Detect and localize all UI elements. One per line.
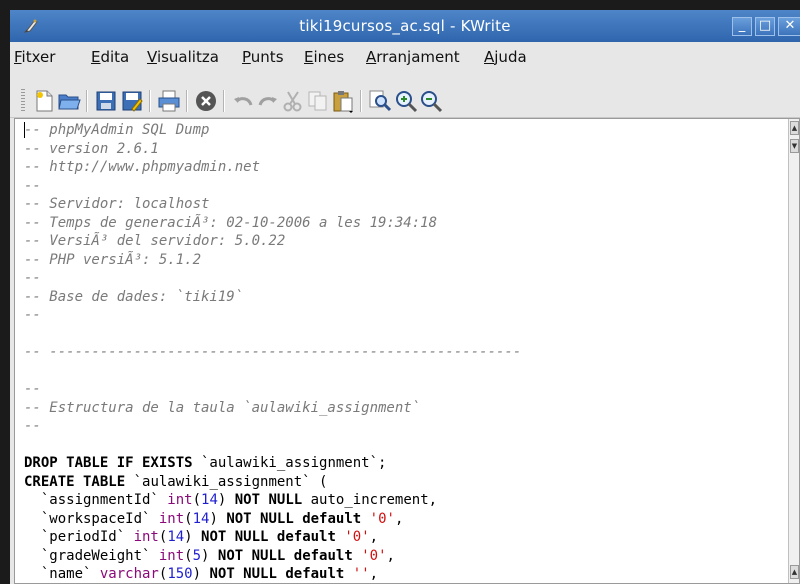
code-line: -- [24,418,41,434]
code-line: -- VersiÃ³ del servidor: 5.0.22 [24,233,286,249]
code-line: `gradeWeight` int(5) NOT NULL default '0… [24,547,395,564]
code-line: DROP TABLE IF EXISTS `aulawiki_assignmen… [24,455,387,471]
vertical-scrollbar[interactable]: ▲ ▼ ▲ [788,119,799,583]
code-line: -- http://www.phpmyadmin.net [24,159,261,175]
zoom-in-icon[interactable] [394,89,418,113]
close-document-icon[interactable] [194,89,218,113]
code-line: `name` varchar(150) NOT NULL default '', [24,566,379,582]
toolbar-separator [360,90,362,112]
code-line: -- Estructura de la taula `aulawiki_assi… [24,399,421,416]
window-title: tiki19cursos_ac.sql - KWrite [299,17,511,35]
maximize-button[interactable]: □ [755,17,775,36]
close-button[interactable]: ✕ [778,17,800,36]
undo-icon[interactable] [231,89,255,113]
menu-eines[interactable]: Eines [304,48,344,66]
new-document-icon[interactable] [32,89,56,113]
menu-punts[interactable]: Punts [242,48,284,66]
menu-ajuda[interactable]: Ajuda [484,48,527,66]
toolbar-separator [186,90,188,112]
toolbar-separator [223,90,225,112]
code-line: CREATE TABLE `aulawiki_assignment` ( [24,473,328,490]
redo-icon[interactable] [256,89,280,113]
find-icon[interactable] [368,89,392,113]
scroll-down-arrow-icon[interactable]: ▲ [790,565,799,579]
code-line: -- phpMyAdmin SQL Dump [24,122,210,138]
text-editor-area[interactable]: -- phpMyAdmin SQL Dump -- version 2.6.1 --… [14,118,800,584]
zoom-out-icon[interactable] [419,89,443,113]
save-as-icon[interactable] [120,89,144,113]
toolbar [10,74,800,118]
code-line: -- [24,307,41,323]
copy-icon[interactable] [306,89,330,113]
minimize-button[interactable]: _ [732,17,752,36]
code-line: `workspaceId` int(14) NOT NULL default '… [24,510,404,527]
menu-bar: Fitxer Edita Visualitza Punts Eines Arra… [10,42,800,72]
toolbar-separator [149,90,151,112]
save-icon[interactable] [94,89,118,113]
open-folder-icon[interactable] [57,89,81,113]
text-cursor [24,122,25,138]
code-line: -- [24,270,41,286]
code-line: -- Base de dades: `tiki19` [24,288,244,305]
kwrite-window: tiki19cursos_ac.sql - KWrite _ □ ✕ Fitxe… [10,10,800,584]
toolbar-separator [86,90,88,112]
code-line: -- [24,177,41,194]
print-icon[interactable] [157,89,181,113]
code-line: -- Servidor: localhost [24,196,210,212]
code-line: `assignmentId` int(14) NOT NULL auto_inc… [24,492,438,508]
menu-visualitza[interactable]: Visualitza [147,48,219,66]
code-view[interactable]: -- phpMyAdmin SQL Dump -- version 2.6.1 --… [24,121,522,583]
toolbar-grip[interactable] [21,89,25,113]
menu-edita[interactable]: Edita [91,48,129,66]
code-line: -- version 2.6.1 [24,140,159,157]
title-bar[interactable]: tiki19cursos_ac.sql - KWrite _ □ ✕ [10,10,800,42]
code-line: `periodId` int(14) NOT NULL default '0', [24,529,379,545]
code-line: -- -------------------------------------… [24,344,522,360]
code-line: -- PHP versiÃ³: 5.1.2 [24,251,202,268]
cut-icon[interactable] [281,89,305,113]
code-line: -- [24,381,41,397]
scroll-up-arrow-icon[interactable]: ▲ [790,121,799,135]
menu-arranjament[interactable]: Arranjament [366,48,460,66]
menu-fitxer[interactable]: Fitxer [14,48,55,66]
scroll-down-small-arrow-icon[interactable]: ▼ [790,139,799,153]
paste-icon[interactable] [331,89,355,113]
code-line: -- Temps de generaciÃ³: 02-10-2006 a les… [24,214,438,231]
